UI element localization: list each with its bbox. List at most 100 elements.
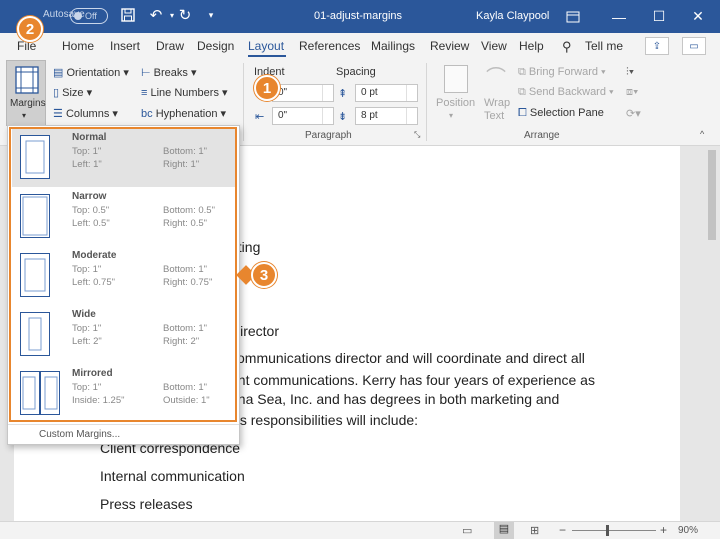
option-name: Moderate [72,250,117,261]
line-numbers-button[interactable]: ≡ Line Numbers ▾ [141,86,228,99]
ribbon-display-options-icon[interactable] [550,0,596,33]
share-icon[interactable]: ⇪ [645,37,669,55]
document-title: 01-adjust-margins [314,10,403,22]
option-detail: Right: 0.5" [163,218,208,229]
margin-option-narrow[interactable]: Narrow Top: 0.5" Bottom: 0.5" Left: 0.5"… [12,187,236,246]
zoom-in-button[interactable]: + [660,523,667,537]
align-icon[interactable]: ⫶▾ [626,66,634,79]
margins-button[interactable]: Margins ▾ [6,60,46,126]
option-detail: Right: 0.75" [163,277,213,288]
line-numbers-icon: ≡ [141,87,148,99]
autosave-toggle[interactable]: Off [70,8,108,24]
orientation-icon: ▤ [53,67,64,79]
margin-option-wide[interactable]: Wide Top: 1" Bottom: 1" Left: 2" Right: … [12,305,236,364]
zoom-level[interactable]: 90% [678,525,698,536]
spacing-before-icon: ⇞ [338,88,348,100]
position-dropdown-icon: ▾ [449,111,454,120]
spacing-after-input[interactable]: 8 pt [355,107,418,125]
collapse-ribbon-icon[interactable]: ^ [700,129,704,139]
tab-help[interactable]: Help [519,39,544,53]
margin-option-moderate[interactable]: Moderate Top: 1" Bottom: 1" Left: 0.75" … [12,246,236,305]
tab-design[interactable]: Design [197,39,234,53]
option-detail: Inside: 1.25" [72,395,125,406]
moderate-margins-preview-icon [20,253,50,297]
option-detail: Top: 1" [72,382,102,393]
wrap-text-button[interactable]: Wrap Text [484,97,512,123]
user-name[interactable]: Kayla Claypool [476,10,549,22]
option-detail: Left: 0.75" [72,277,115,288]
size-button[interactable]: ▯ Size ▾ [53,86,92,99]
redo-icon[interactable]: ↻ [174,4,196,26]
selection-pane-button[interactable]: ⧠ Selection Pane [518,107,604,120]
comments-icon[interactable]: ▭ [682,37,706,55]
divider [426,63,427,141]
size-icon: ▯ [53,87,60,99]
tab-layout[interactable]: Layout [248,39,284,53]
option-detail: Bottom: 1" [163,382,208,393]
rotate-icon[interactable]: ⟳▾ [626,107,641,120]
option-detail: Top: 1" [72,146,102,157]
hyphenation-icon: bc [141,108,153,120]
margins-label: Margins [10,98,46,109]
tab-view[interactable]: View [481,39,507,53]
normal-margins-preview-icon [20,135,50,179]
group-icon[interactable]: ⧈▾ [626,86,638,99]
title-bar: Autosave Off ↶ ▾ ↻ ▾ 01-adjust-margins K… [0,0,720,33]
position-button[interactable]: Position [436,97,475,109]
zoom-slider-thumb[interactable] [606,525,609,536]
tab-references[interactable]: References [299,39,360,53]
orientation-button[interactable]: ▤ Orientation ▾ [53,66,129,79]
margin-option-mirrored[interactable]: Mirrored Top: 1" Bottom: 1" Inside: 1.25… [12,364,236,423]
wide-margins-preview-icon [20,312,50,356]
zoom-out-button[interactable]: − [559,523,566,537]
doc-line: Internal communication [100,468,245,484]
option-detail: Bottom: 0.5" [163,205,215,216]
option-name: Wide [72,309,96,320]
option-name: Normal [72,132,107,143]
read-mode-icon[interactable]: ▭ [462,524,472,537]
mirrored-margins-preview-icon [20,371,60,415]
option-detail: Bottom: 1" [163,323,208,334]
vertical-scrollbar[interactable] [704,146,720,521]
send-backward-icon: ⧉ [518,86,526,98]
option-detail: Outside: 1" [163,395,210,406]
option-detail: Top: 1" [72,264,102,275]
indent-left-input[interactable]: 0" [272,84,334,102]
close-button[interactable]: ✕ [676,0,720,33]
doc-line: Press releases [100,496,193,512]
tab-mailings[interactable]: Mailings [371,39,415,53]
spacing-heading: Spacing [336,66,376,78]
web-layout-icon[interactable]: ⊞ [530,524,539,537]
breaks-button[interactable]: ⊢ Breaks ▾ [141,66,196,79]
selection-pane-icon: ⧠ [518,107,527,119]
custom-margins-item[interactable]: Custom Margins... [39,429,120,440]
doc-line: communications director and will coordin… [230,350,585,366]
lightbulb-search-icon[interactable]: ⚲ [562,39,572,55]
paragraph-dialog-launcher-icon[interactable]: ⤡ [414,130,420,140]
zoom-slider[interactable] [572,530,656,531]
option-detail: Left: 2" [72,336,102,347]
doc-line: y’s responsibilities will include: [230,412,419,428]
spacing-before-input[interactable]: 0 pt [355,84,418,102]
tab-home[interactable]: Home [62,39,94,53]
margins-dropdown-icon: ▾ [22,111,27,120]
send-backward-button[interactable]: ⧉ Send Backward ▾ [518,86,614,99]
status-bar: ▭ ▤ ⊞ − + 90% [0,521,720,539]
breaks-icon: ⊢ [141,67,151,79]
margin-option-normal[interactable]: Normal Top: 1" Bottom: 1" Left: 1" Right… [12,128,236,187]
save-icon[interactable] [117,4,139,26]
option-detail: Bottom: 1" [163,146,208,157]
tab-review[interactable]: Review [430,39,469,53]
indent-right-input[interactable]: 0" [272,107,334,125]
indent-right-icon: ⇤ [255,111,265,123]
bring-forward-button[interactable]: ⧉ Bring Forward ▾ [518,66,606,79]
scrollbar-thumb[interactable] [708,150,716,240]
print-layout-icon[interactable]: ▤ [494,522,514,539]
tab-draw[interactable]: Draw [156,39,184,53]
quick-access-customize-icon[interactable]: ▾ [200,4,222,26]
tell-me-search[interactable]: Tell me [585,39,623,53]
tab-insert[interactable]: Insert [110,39,140,53]
hyphenation-button[interactable]: bc Hyphenation ▾ [141,107,226,120]
step-callout-2: 2 [17,16,43,42]
columns-button[interactable]: ☰ Columns ▾ [53,107,118,120]
